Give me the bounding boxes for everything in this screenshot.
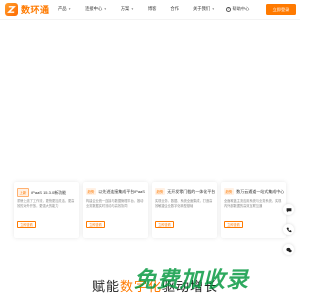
nav-item-product[interactable]: 产品 ▼	[58, 6, 71, 12]
card-description: 构建企业统一连接与数据管理平台，推动业务数据实时流动与高效协同	[86, 199, 144, 208]
card-tag: 上新	[17, 188, 29, 197]
wechat-icon	[285, 247, 292, 252]
card-title: iPaaS 15.3.0新功能	[31, 189, 67, 195]
card-header: 趋势 数万云通道一站式集成中心	[224, 188, 286, 195]
nav-item-connect-center[interactable]: 连接中心 ▼	[85, 6, 107, 12]
card-header: 上新 iPaaS 15.3.0新功能	[17, 188, 79, 197]
card-description: 全面覆盖主流应用系统与业务系统，实现内外部数据的高效互联互通	[224, 199, 282, 208]
feature-card[interactable]: 趋势 数万云通道一站式集成中心 全面覆盖主流应用系统与业务系统，实现内外部数据的…	[221, 182, 286, 238]
card-view-button[interactable]: 立即查看	[86, 221, 105, 228]
phone-float-button[interactable]	[283, 224, 294, 235]
chevron-down-icon: ▼	[211, 7, 215, 11]
top-header: 数环通 产品 ▼ 连接中心 ▼ 方案 ▼ 博客 合作 关于我们 ▼ ? 帮助中心 立即登…	[0, 0, 300, 20]
nav-label: 产品	[58, 6, 67, 11]
question-icon: ?	[226, 6, 231, 12]
card-view-button[interactable]: 立即查看	[155, 221, 174, 228]
card-title: 以先进连接集成平台iPaaS	[98, 188, 145, 194]
brand-logo[interactable]: 数环通	[5, 3, 50, 16]
nav-label: 关于我们	[193, 6, 211, 11]
main-nav: 产品 ▼ 连接中心 ▼ 方案 ▼ 博客 合作 关于我们 ▼	[58, 6, 229, 12]
nav-item-about[interactable]: 关于我们 ▼	[193, 6, 215, 12]
nav-item-partner[interactable]: 合作	[170, 6, 179, 12]
feature-cards: 上新 iPaaS 15.3.0新功能 重磅上线了工作流，更快更加灵活，更高效的对…	[14, 182, 286, 238]
feature-card[interactable]: 趋势 无开发零门槛的一体化平台 实现业务、数据、系统全面集成，打造高效敏捷企业数…	[152, 182, 217, 238]
chevron-down-icon: ▼	[130, 7, 134, 11]
nav-label: 博客	[147, 6, 157, 11]
logo-icon	[5, 3, 18, 16]
help-label: 帮助中心	[232, 6, 250, 11]
login-button[interactable]: 立即登录	[266, 4, 296, 15]
card-title: 数万云通道一站式集成中心	[236, 188, 285, 194]
card-description: 重磅上线了工作流，更快更加灵活，更高效的对外开放，更强大的能力	[17, 199, 75, 208]
headline-pre: 赋能	[92, 279, 121, 294]
nav-item-blog[interactable]: 博客	[148, 6, 157, 12]
nav-label: 方案	[120, 6, 130, 11]
card-view-button[interactable]: 立即查看	[224, 221, 243, 228]
card-title: 无开发零门槛的一体化平台	[167, 188, 216, 194]
card-view-button[interactable]: 立即查看	[17, 221, 36, 228]
card-tag: 趋势	[86, 188, 96, 195]
wechat-float-button[interactable]	[283, 244, 294, 255]
card-header: 趋势 无开发零门槛的一体化平台	[155, 188, 217, 195]
chat-float-button[interactable]	[283, 204, 294, 215]
nav-item-solutions[interactable]: 方案 ▼	[121, 6, 134, 12]
card-tag: 趋势	[155, 188, 165, 195]
card-description: 实现业务、数据、系统全面集成，打造高效敏捷企业数字化转型基础	[155, 199, 213, 208]
card-tag: 趋势	[224, 188, 234, 195]
nav-label: 连接中心	[85, 6, 103, 11]
chevron-down-icon: ▼	[103, 7, 107, 11]
nav-label: 合作	[170, 6, 180, 11]
phone-icon	[286, 227, 291, 232]
feature-card[interactable]: 趋势 以先进连接集成平台iPaaS 构建企业统一连接与数据管理平台，推动业务数据…	[83, 182, 148, 238]
chevron-down-icon: ▼	[68, 7, 72, 11]
help-center-link[interactable]: ? 帮助中心	[226, 6, 249, 12]
brand-name: 数环通	[21, 5, 50, 15]
chat-icon	[286, 207, 291, 212]
watermark-text: 免费加收录	[134, 267, 250, 292]
feature-card[interactable]: 上新 iPaaS 15.3.0新功能 重磅上线了工作流，更快更加灵活，更高效的对…	[14, 182, 79, 238]
card-header: 趋势 以先进连接集成平台iPaaS	[86, 188, 148, 195]
